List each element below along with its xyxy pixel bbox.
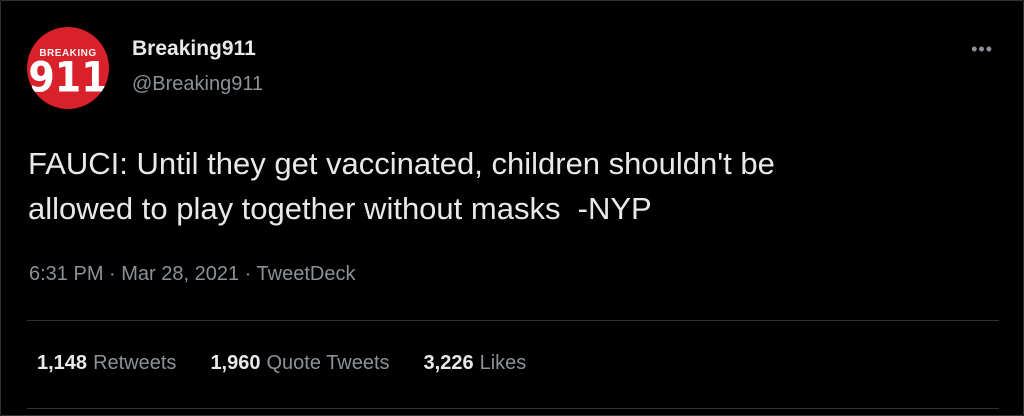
divider — [27, 408, 999, 409]
author-handle[interactable]: @Breaking911 — [132, 73, 263, 96]
tweet-text: FAUCI: Until they get vaccinated, childr… — [28, 146, 775, 226]
tweet-source[interactable]: TweetDeck — [257, 263, 356, 285]
likes-label: Likes — [479, 352, 527, 374]
tweet-meta: 6:31 PM · Mar 28, 2021 · TweetDeck — [29, 263, 355, 286]
tweet-date[interactable]: Mar 28, 2021 — [121, 263, 239, 285]
more-horizontal-icon[interactable]: ••• — [971, 39, 993, 60]
quote-tweets-count: 1,960 — [210, 352, 261, 374]
likes-count: 3,226 — [423, 352, 474, 374]
tweet-stats: 1,148 Retweets 1,960 Quote Tweets 3,226 Lik… — [37, 352, 526, 375]
tweet-card: BREAKING 911 Breaking911 @Breaking911 ••… — [0, 0, 1024, 416]
retweets-count: 1,148 — [37, 352, 88, 374]
avatar-big-text: 911 — [28, 52, 108, 101]
tweet-time[interactable]: 6:31 PM — [29, 263, 103, 285]
retweets-label: Retweets — [93, 352, 177, 374]
retweets-stat[interactable]: 1,148 Retweets — [37, 352, 176, 375]
author-display-name[interactable]: Breaking911 — [132, 37, 256, 61]
quote-tweets-label: Quote Tweets — [266, 352, 390, 374]
quote-tweets-stat[interactable]: 1,960 Quote Tweets — [210, 352, 389, 375]
meta-separator: · — [103, 263, 122, 285]
divider — [27, 320, 999, 321]
avatar[interactable]: BREAKING 911 — [27, 27, 109, 109]
meta-separator: · — [239, 263, 257, 285]
likes-stat[interactable]: 3,226 Likes — [424, 352, 527, 375]
